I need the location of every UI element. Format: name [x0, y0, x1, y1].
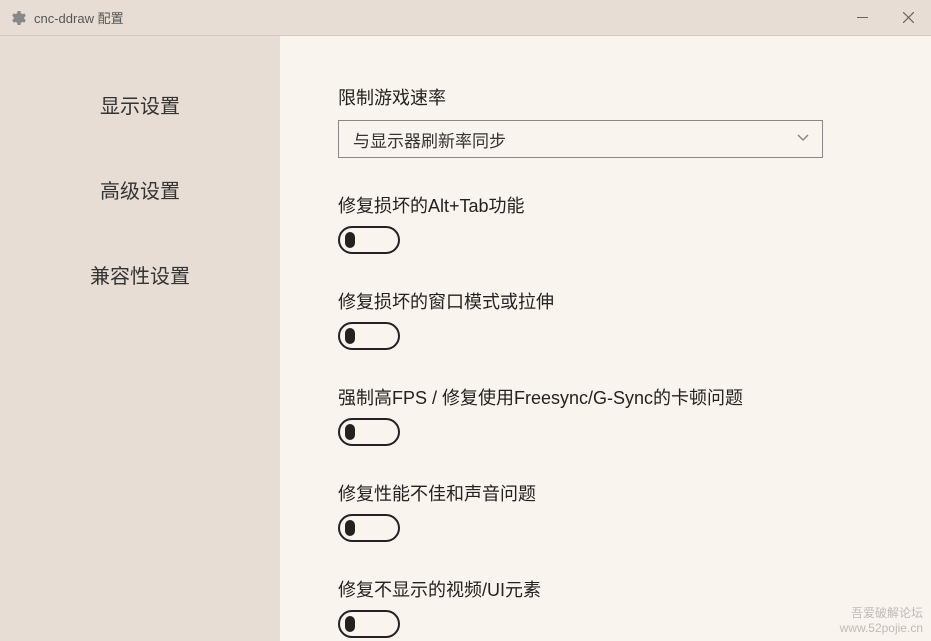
minimize-button[interactable]	[839, 0, 885, 35]
sidebar-item-compatibility[interactable]: 兼容性设置	[0, 244, 280, 329]
fix-performance-sound-label: 修复性能不佳和声音问题	[338, 480, 891, 506]
limit-speed-label: 限制游戏速率	[338, 84, 891, 110]
limit-speed-dropdown[interactable]: 与显示器刷新率同步	[338, 120, 823, 158]
fix-performance-sound-toggle[interactable]	[338, 514, 400, 542]
fix-alt-tab-toggle[interactable]	[338, 226, 400, 254]
toggle-knob	[345, 328, 355, 344]
fix-window-mode-toggle[interactable]	[338, 322, 400, 350]
fix-hidden-video-ui-label: 修复不显示的视频/UI元素	[338, 576, 891, 602]
content-panel: 限制游戏速率 与显示器刷新率同步 修复损坏的Alt+Tab功能 修复损坏的窗口模…	[280, 36, 931, 641]
force-high-fps-label: 强制高FPS / 修复使用Freesync/G-Sync的卡顿问题	[338, 384, 891, 410]
window-controls	[839, 0, 931, 35]
sidebar-item-display[interactable]: 显示设置	[0, 74, 280, 159]
watermark-line2: www.52pojie.cn	[840, 621, 923, 635]
setting-limit-speed: 限制游戏速率 与显示器刷新率同步	[338, 84, 891, 158]
fix-alt-tab-label: 修复损坏的Alt+Tab功能	[338, 192, 891, 218]
fix-window-mode-label: 修复损坏的窗口模式或拉伸	[338, 288, 891, 314]
setting-fix-window-mode: 修复损坏的窗口模式或拉伸	[338, 288, 891, 350]
chevron-down-icon	[796, 129, 810, 149]
titlebar: cnc-ddraw 配置	[0, 0, 931, 36]
sidebar-item-advanced[interactable]: 高级设置	[0, 159, 280, 244]
setting-fix-performance-sound: 修复性能不佳和声音问题	[338, 480, 891, 542]
setting-force-high-fps: 强制高FPS / 修复使用Freesync/G-Sync的卡顿问题	[338, 384, 891, 446]
toggle-knob	[345, 520, 355, 536]
fix-hidden-video-ui-toggle[interactable]	[338, 610, 400, 638]
window-title: cnc-ddraw 配置	[34, 8, 839, 27]
app-icon	[10, 10, 26, 26]
setting-fix-hidden-video-ui: 修复不显示的视频/UI元素	[338, 576, 891, 638]
force-high-fps-toggle[interactable]	[338, 418, 400, 446]
close-button[interactable]	[885, 0, 931, 35]
watermark-line1: 吾爱破解论坛	[840, 606, 923, 620]
watermark: 吾爱破解论坛 www.52pojie.cn	[840, 606, 923, 635]
setting-fix-alt-tab: 修复损坏的Alt+Tab功能	[338, 192, 891, 254]
toggle-knob	[345, 424, 355, 440]
toggle-knob	[345, 616, 355, 632]
toggle-knob	[345, 232, 355, 248]
limit-speed-selected: 与显示器刷新率同步	[353, 127, 506, 152]
main-area: 显示设置 高级设置 兼容性设置 限制游戏速率 与显示器刷新率同步 修复损坏的Al…	[0, 36, 931, 641]
sidebar: 显示设置 高级设置 兼容性设置	[0, 36, 280, 641]
